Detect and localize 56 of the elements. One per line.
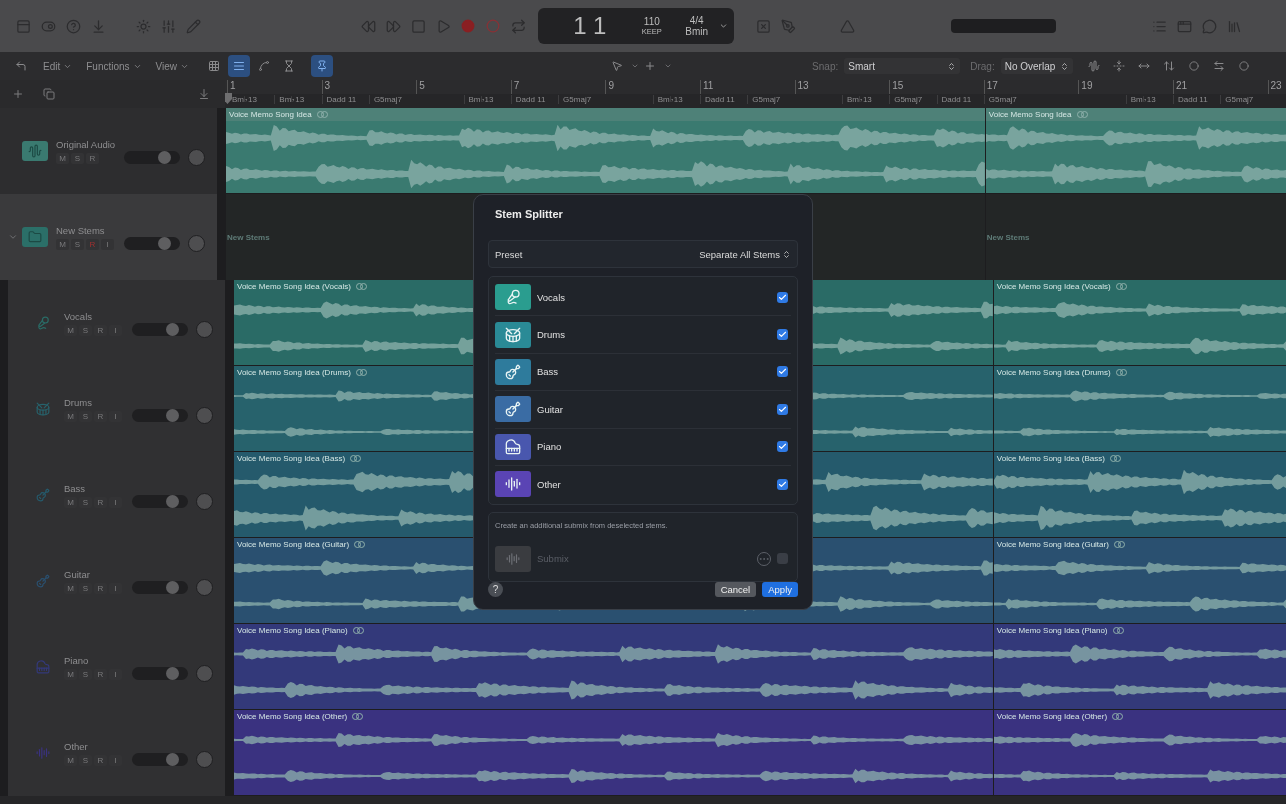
region-name: Voice Memo Song Idea (Vocals)	[237, 282, 351, 291]
chord-label: G5maj7	[983, 95, 1017, 104]
chord-label: Bm♭13	[652, 95, 683, 104]
time-signature: 4/4	[689, 15, 704, 26]
region-name: New Stems	[986, 232, 1030, 242]
track-name: Piano	[64, 654, 90, 666]
stem-name: Drums	[537, 329, 566, 341]
region-name: Voice Memo Song Idea (Piano)	[996, 626, 1108, 635]
region-name: Voice Memo Song Idea (Drums)	[996, 368, 1111, 377]
chord-label: Dadd 11	[510, 95, 546, 104]
region-name: Voice Memo Song Idea	[988, 110, 1072, 119]
region-name: Voice Memo Song Idea (Piano)	[237, 626, 348, 635]
chord-label: Dadd 11	[1173, 95, 1208, 104]
submix-label: Submix	[537, 553, 570, 565]
track-name: Bass	[64, 482, 87, 494]
region-name: Voice Memo Song Idea (Bass)	[237, 454, 346, 463]
stem-name: Bass	[537, 366, 560, 378]
region-name: Voice Memo Song Idea (Other)	[237, 712, 348, 721]
region-name: Voice Memo Song Idea (Vocals)	[996, 282, 1111, 291]
key-signature: Bmin	[685, 26, 709, 37]
position-beat: 1	[591, 12, 608, 40]
region-name: Voice Memo Song Idea (Drums)	[237, 368, 351, 377]
tempo: 110	[643, 16, 660, 27]
chord-label: Dadd 11	[700, 95, 735, 104]
track-name: Drums	[64, 396, 93, 408]
chord-label: Bm♭13	[274, 95, 305, 104]
chord-label: Bm♭13	[1125, 95, 1156, 104]
region-name: Voice Memo Song Idea (Bass)	[996, 454, 1105, 463]
field-label: Drag:	[970, 60, 995, 72]
chord-label: Dadd 11	[321, 95, 357, 104]
track-name: Guitar	[64, 568, 91, 580]
stem-name: Vocals	[537, 291, 566, 303]
chord-label: G5maj7	[1220, 95, 1254, 104]
chord-label: Bm♭13	[463, 95, 494, 104]
position-measure: 1	[572, 12, 588, 40]
region-name: New Stems	[227, 232, 270, 242]
track-name: New Stems	[56, 224, 106, 236]
chord-label: Dadd 11	[936, 95, 972, 104]
chord-label: G5maj7	[747, 95, 781, 104]
region-name: Voice Memo Song Idea (Other)	[996, 712, 1108, 721]
stem-name: Other	[537, 478, 562, 490]
chord-label: G5maj7	[558, 95, 592, 104]
region-name: Voice Memo Song Idea (Guitar)	[237, 540, 350, 549]
stem-name: Piano	[537, 441, 563, 453]
chord-label: Bm♭13	[841, 95, 872, 104]
track-name: Original Audio	[56, 138, 117, 150]
preset-label: Preset	[495, 248, 523, 260]
track-name: Vocals	[64, 310, 93, 322]
dialog-title: Stem Splitter	[495, 208, 564, 220]
region-name: Voice Memo Song Idea	[229, 110, 312, 119]
stem-name: Guitar	[537, 403, 564, 415]
region-name: Voice Memo Song Idea (Guitar)	[996, 540, 1109, 549]
chord-label: G5maj7	[368, 95, 402, 104]
field-label: Snap:	[812, 60, 839, 72]
chord-label: G5maj7	[889, 95, 923, 104]
track-name: Other	[64, 740, 89, 752]
